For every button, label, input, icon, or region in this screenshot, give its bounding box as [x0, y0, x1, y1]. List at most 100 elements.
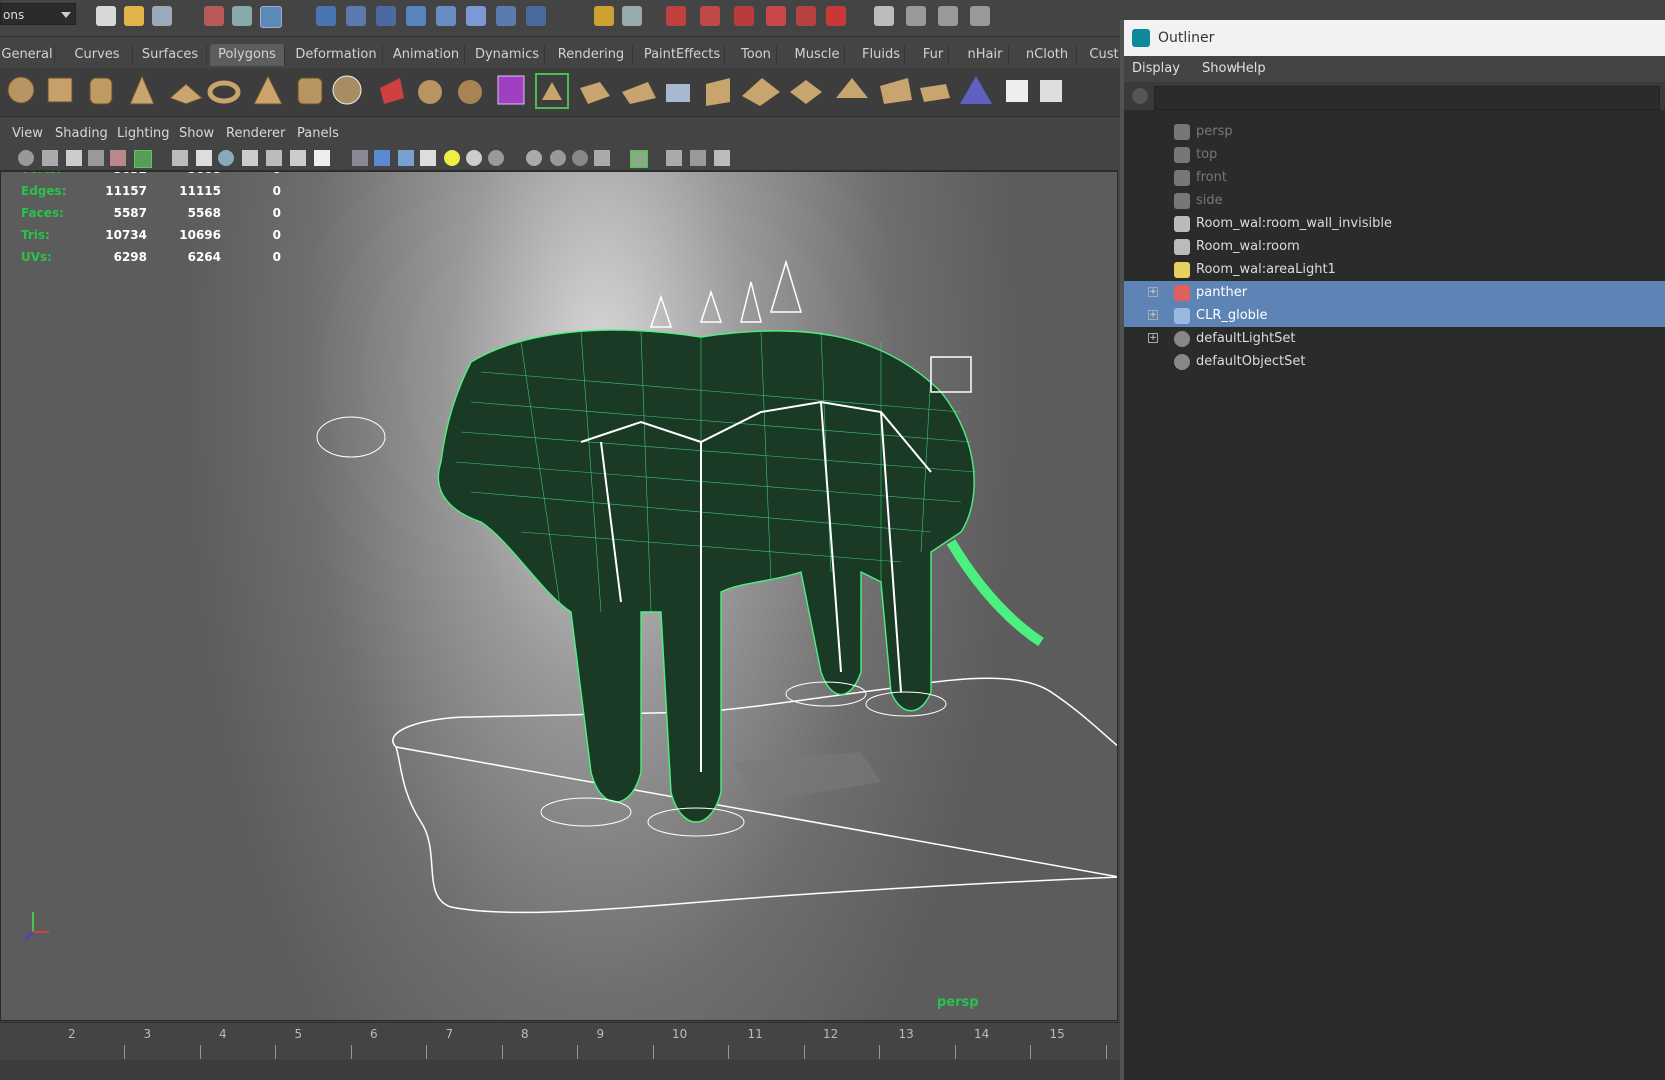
select-object-icon[interactable] — [232, 6, 252, 26]
shelf-tab-surfaces[interactable]: Surfaces — [134, 44, 207, 66]
snap-curve-icon[interactable] — [346, 6, 366, 26]
select-highlight-icon[interactable] — [622, 6, 642, 26]
outliner-item[interactable]: persp — [1124, 120, 1665, 143]
outliner-item[interactable]: defaultObjectSet — [1124, 350, 1665, 373]
film-gate-icon[interactable] — [196, 150, 212, 166]
grease-pencil-icon[interactable] — [134, 150, 152, 168]
depth-of-field-icon[interactable] — [572, 150, 588, 166]
resolution-gate-icon[interactable] — [218, 150, 234, 166]
motion-blur-icon[interactable] — [526, 150, 542, 166]
shelf-tab-nhair[interactable]: nHair — [962, 44, 1009, 66]
ipr-render-icon[interactable] — [700, 6, 720, 26]
help-icon[interactable] — [526, 6, 546, 26]
menu-panels[interactable]: Panels — [297, 126, 339, 141]
outliner-menu-show[interactable]: Show — [1202, 61, 1237, 76]
snap-point-icon[interactable] — [376, 6, 396, 26]
shelf-tab-curves[interactable]: Curves — [62, 44, 133, 66]
outliner-item[interactable]: + panther — [1124, 281, 1665, 304]
open-scene-icon[interactable] — [124, 6, 144, 26]
2d-pan-icon[interactable] — [110, 150, 126, 166]
new-scene-icon[interactable] — [96, 6, 116, 26]
outliner-item[interactable]: + defaultLightSet — [1124, 327, 1665, 350]
outliner-menu-display[interactable]: Display — [1132, 61, 1180, 76]
menu-renderer[interactable]: Renderer — [226, 126, 285, 141]
outliner-item[interactable]: Room_wal:room — [1124, 235, 1665, 258]
menu-lighting[interactable]: Lighting — [117, 126, 170, 141]
gate-mask-icon[interactable] — [242, 150, 258, 166]
snap-grid-icon[interactable] — [316, 6, 336, 26]
shelf-icon-strip[interactable] — [0, 68, 1120, 116]
camera-attributes-icon[interactable] — [42, 150, 58, 166]
outliner-item[interactable]: top — [1124, 143, 1665, 166]
clapper-icon[interactable] — [906, 6, 926, 26]
lock-icon[interactable] — [594, 6, 614, 26]
filter-toggle-icon[interactable] — [1132, 88, 1148, 104]
outliner-item[interactable]: + CLR_globle — [1124, 304, 1665, 327]
shelf-tab-painteffects[interactable]: PaintEffects — [640, 44, 725, 66]
camera-select-icon[interactable] — [18, 150, 34, 166]
shelf-tab-deformation[interactable]: Deformation — [290, 44, 383, 66]
render-view-icon[interactable] — [796, 6, 816, 26]
shelf-tab-animation[interactable]: Animation — [388, 44, 465, 66]
shelf-tab-cust[interactable]: Cust — [1088, 44, 1121, 66]
make-live-icon[interactable] — [436, 6, 456, 26]
select-component-icon[interactable] — [260, 6, 282, 28]
shelf-tab-dynamics[interactable]: Dynamics — [470, 44, 545, 66]
magnet-icon[interactable] — [826, 6, 846, 26]
menu-set-dropdown[interactable]: ons — [0, 3, 76, 25]
multisample-icon[interactable] — [550, 150, 566, 166]
input-ops-icon[interactable] — [496, 6, 516, 26]
render-frame-icon[interactable] — [666, 6, 686, 26]
outliner-menu-help[interactable]: Help — [1236, 61, 1266, 76]
use-all-lights-icon[interactable] — [444, 150, 460, 166]
shelf-tab-ncloth[interactable]: nCloth — [1018, 44, 1077, 66]
xray-components-icon[interactable] — [690, 150, 706, 166]
range-slider[interactable] — [0, 1060, 1120, 1080]
batch-render-icon[interactable] — [970, 6, 990, 26]
textured-icon[interactable] — [420, 150, 436, 166]
smooth-shade-icon[interactable] — [374, 150, 390, 166]
menu-view[interactable]: View — [12, 126, 43, 141]
grid-toggle-icon[interactable] — [172, 150, 188, 166]
menu-show[interactable]: Show — [179, 126, 214, 141]
menu-shading[interactable]: Shading — [55, 126, 108, 141]
expand-icon[interactable]: + — [1148, 287, 1158, 297]
bookmark-icon[interactable] — [66, 150, 82, 166]
xray-joints-icon[interactable] — [666, 150, 682, 166]
save-scene-icon[interactable] — [152, 6, 172, 26]
snap-plane-icon[interactable] — [406, 6, 426, 26]
history-icon[interactable] — [466, 6, 486, 26]
expand-icon[interactable]: + — [1148, 310, 1158, 320]
scene-canvas[interactable] — [1, 172, 1118, 1021]
expand-icon[interactable]: + — [1148, 333, 1158, 343]
isolate-icon[interactable] — [594, 150, 610, 166]
clapper2-icon[interactable] — [938, 6, 958, 26]
shelf-tab-rendering[interactable]: Rendering — [550, 44, 633, 66]
image-plane-icon[interactable] — [88, 150, 104, 166]
shelf-tab-muscle[interactable]: Muscle — [790, 44, 845, 66]
shelf-tab-general[interactable]: General — [0, 44, 55, 66]
xray-icon[interactable] — [630, 150, 648, 168]
select-hierarchy-icon[interactable] — [204, 6, 224, 26]
wireframe-on-shaded-icon[interactable] — [398, 150, 414, 166]
shelf-tab-polygons[interactable]: Polygons — [210, 44, 285, 66]
shelf-tab-toon[interactable]: Toon — [736, 44, 777, 66]
outliner-item[interactable]: front — [1124, 166, 1665, 189]
field-chart-icon[interactable] — [266, 150, 282, 166]
outliner-search-input[interactable] — [1154, 86, 1660, 110]
shelf-tab-fur[interactable]: Fur — [918, 44, 949, 66]
outliner-item[interactable]: Room_wal:areaLight1 — [1124, 258, 1665, 281]
screen-space-ao-icon[interactable] — [488, 150, 504, 166]
time-slider[interactable]: 2 3 4 5 6 7 8 9 10 11 12 13 14 15 — [0, 1022, 1120, 1059]
outliner-item[interactable]: side — [1124, 189, 1665, 212]
wireframe-icon[interactable] — [352, 150, 368, 166]
persp-viewport[interactable]: Verts: 5632 5608 0 Edges: 11157 11115 0 Faces: 55… — [0, 171, 1118, 1021]
share-icon[interactable] — [714, 150, 730, 166]
safe-title-icon[interactable] — [314, 150, 330, 166]
shelf-tab-fluids[interactable]: Fluids — [858, 44, 905, 66]
render-settings-icon[interactable] — [734, 6, 754, 26]
editor-icon[interactable] — [874, 6, 894, 26]
shadows-icon[interactable] — [466, 150, 482, 166]
safe-action-icon[interactable] — [290, 150, 306, 166]
outliner-item[interactable]: Room_wal:room_wall_invisible — [1124, 212, 1665, 235]
